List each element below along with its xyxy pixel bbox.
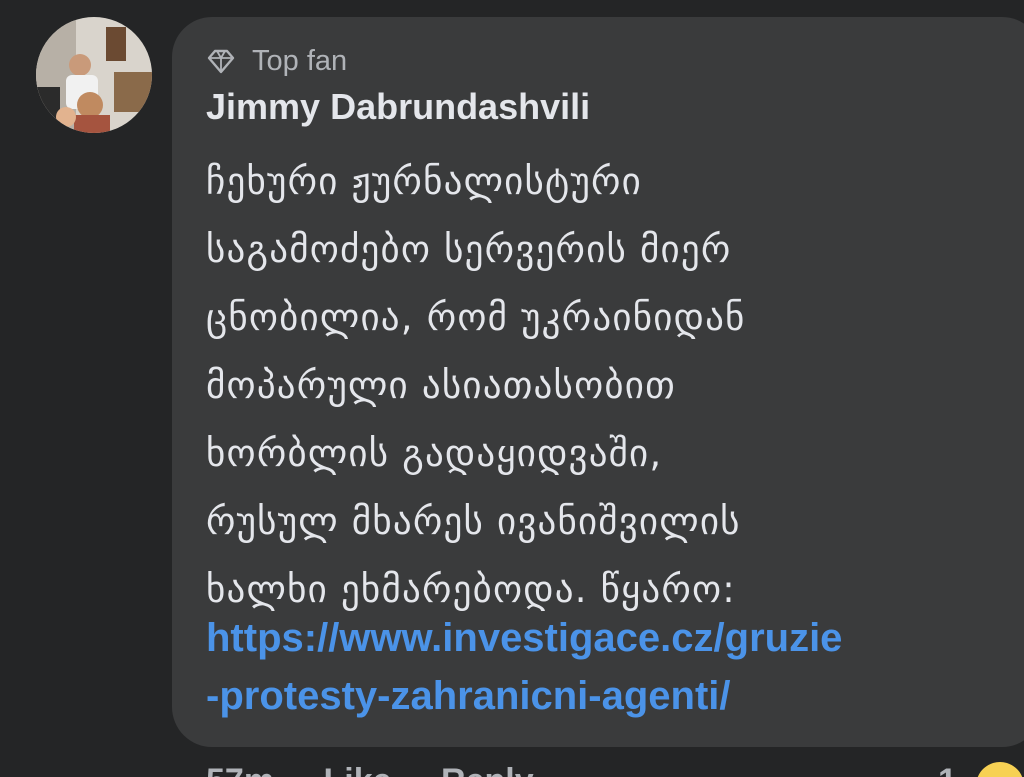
comment-text-line: საგამოძებო სერვერის მიერ bbox=[206, 228, 732, 271]
avatar-photo bbox=[36, 17, 152, 133]
comment-screen: Top fan Jimmy Dabrundashvili ჩეხური ჟურნ… bbox=[0, 0, 1024, 777]
comment-actions: 57m Like Reply bbox=[206, 762, 534, 777]
diamond-icon bbox=[207, 49, 235, 74]
reaction-icon[interactable] bbox=[976, 762, 1024, 777]
comment-text-line: რუსულ მხარეს ივანიშვილის bbox=[206, 500, 741, 543]
top-fan-badge[interactable]: Top fan bbox=[206, 43, 347, 79]
comment-text-line: ხორბლის გადაყიდვაში, bbox=[206, 432, 663, 475]
comment-text-line: ცნობილია, რომ უკრაინიდან bbox=[206, 296, 746, 339]
comment-text-line: ჩეხური ჟურნალისტური bbox=[206, 160, 642, 203]
like-button[interactable]: Like bbox=[324, 762, 392, 777]
reaction-count: 1 bbox=[938, 762, 957, 777]
avatar[interactable] bbox=[36, 17, 152, 133]
source-link-line[interactable]: -protesty-zahranicni-agenti/ bbox=[206, 667, 842, 725]
comment-text: ჩეხური ჟურნალისტური საგამოძებო სერვერის … bbox=[206, 148, 966, 624]
reply-button[interactable]: Reply bbox=[441, 762, 534, 777]
author-name[interactable]: Jimmy Dabrundashvili bbox=[206, 86, 590, 128]
timestamp: 57m bbox=[206, 762, 274, 777]
source-link-line[interactable]: https://www.investigace.cz/gruzie bbox=[206, 609, 842, 667]
source-link[interactable]: https://www.investigace.cz/gruzie -prote… bbox=[206, 609, 842, 725]
badge-label: Top fan bbox=[252, 44, 348, 77]
comment-text-line: მოპარული ასიათასობით bbox=[206, 364, 676, 407]
